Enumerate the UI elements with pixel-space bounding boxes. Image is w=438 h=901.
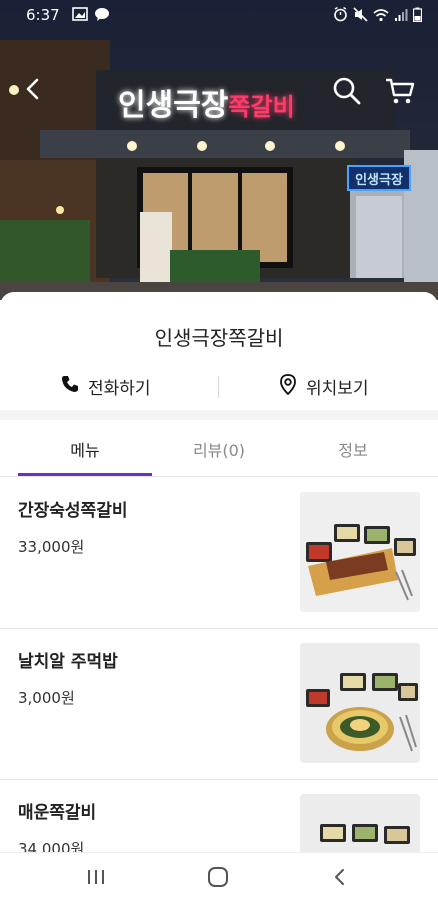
map-button[interactable]: 위치보기 bbox=[278, 364, 369, 408]
store-card: 인생극장쪽갈비 전화하기 위치보기 메뉴 리뷰(0) 정보 간장숙성쪽갈비 33… bbox=[0, 292, 438, 852]
status-bar: 6:37 bbox=[0, 0, 438, 30]
neon-sign-main: 인생극장 bbox=[118, 88, 229, 123]
menu-item-price: 34,000원 bbox=[18, 840, 85, 852]
menu-item-photo bbox=[300, 492, 420, 612]
tab-bar: 메뉴 리뷰(0) 정보 bbox=[0, 422, 438, 477]
tab-info-label: 정보 bbox=[338, 441, 368, 460]
battery-icon bbox=[412, 7, 423, 26]
tab-reviews-label: 리뷰(0) bbox=[192, 441, 246, 460]
menu-item-price: 3,000원 bbox=[18, 689, 75, 707]
chat-bubble-icon bbox=[94, 7, 110, 26]
store-name: 인생극장쪽갈비 bbox=[154, 326, 284, 350]
section-gap bbox=[0, 410, 438, 420]
tab-reviews[interactable]: 리뷰(0) bbox=[146, 422, 292, 476]
home-icon[interactable] bbox=[198, 861, 238, 893]
menu-item-name: 간장숙성쪽갈비 bbox=[18, 501, 128, 521]
cart-icon[interactable] bbox=[384, 76, 416, 110]
side-sign: 인생극장 bbox=[350, 169, 408, 188]
menu-item-price: 33,000원 bbox=[18, 538, 85, 556]
tab-info[interactable]: 정보 bbox=[280, 422, 426, 476]
alarm-icon bbox=[333, 6, 348, 26]
back-icon[interactable] bbox=[320, 861, 360, 893]
active-tab-indicator bbox=[18, 473, 152, 476]
tab-menu[interactable]: 메뉴 bbox=[12, 422, 158, 476]
image-icon bbox=[72, 7, 88, 26]
phone-icon bbox=[60, 374, 80, 399]
menu-item[interactable]: 간장숙성쪽갈비 33,000원 bbox=[0, 478, 438, 629]
status-time: 6:37 bbox=[26, 6, 60, 24]
back-arrow-icon[interactable] bbox=[20, 76, 46, 106]
neon-sign-accent: 쪽갈비 bbox=[228, 93, 295, 121]
menu-item-name: 매운쪽갈비 bbox=[18, 803, 97, 823]
call-label: 전화하기 bbox=[88, 378, 151, 399]
store-actions: 전화하기 위치보기 bbox=[0, 364, 438, 408]
neon-sign: 인생극장쪽갈비 bbox=[118, 80, 295, 124]
signal-icon bbox=[394, 8, 408, 26]
system-nav-bar bbox=[0, 852, 438, 901]
side-sign-text: 인생극장 bbox=[355, 173, 403, 188]
call-button[interactable]: 전화하기 bbox=[60, 364, 151, 408]
location-pin-icon bbox=[278, 373, 298, 400]
search-icon[interactable] bbox=[332, 76, 362, 110]
tab-menu-label: 메뉴 bbox=[70, 441, 100, 460]
mute-icon bbox=[353, 7, 368, 26]
menu-item[interactable]: 날치알 주먹밥 3,000원 bbox=[0, 629, 438, 780]
menu-item[interactable]: 매운쪽갈비 34,000원 bbox=[0, 780, 438, 852]
store-photo: 인생극장쪽갈비 인생극장 bbox=[0, 0, 438, 300]
recent-apps-icon[interactable] bbox=[76, 861, 116, 893]
action-divider bbox=[218, 376, 219, 398]
menu-item-photo bbox=[300, 643, 420, 763]
menu-item-name: 날치알 주먹밥 bbox=[18, 652, 118, 672]
wifi-icon bbox=[373, 8, 389, 26]
menu-item-photo bbox=[300, 794, 420, 852]
map-label: 위치보기 bbox=[306, 378, 369, 399]
